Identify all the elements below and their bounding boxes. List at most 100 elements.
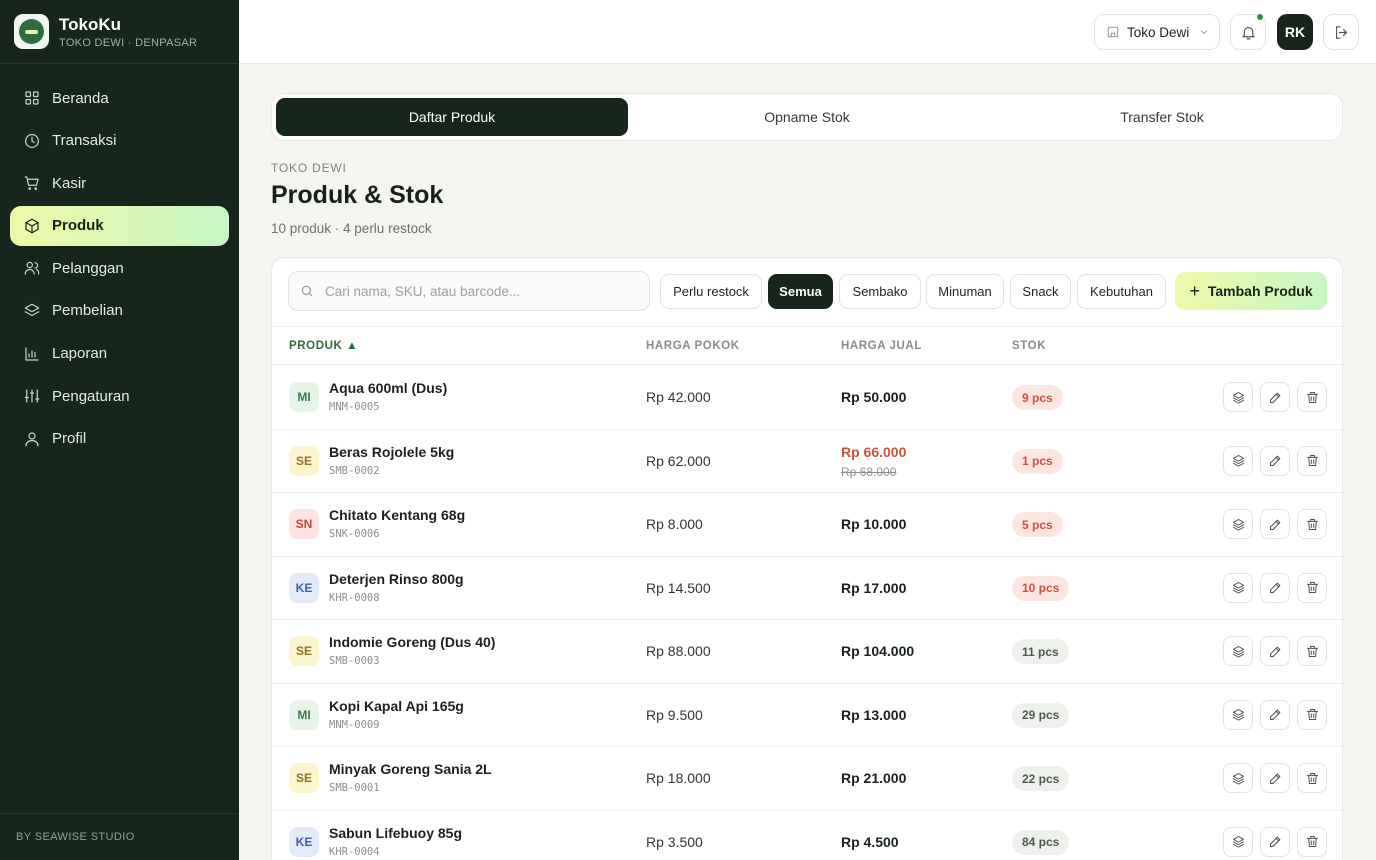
brand[interactable]: TokoKu TOKO DEWI · DENPASAR xyxy=(0,0,239,64)
delete-button[interactable] xyxy=(1297,699,1327,730)
category-badge: SE xyxy=(289,636,319,666)
sidebar-item-pelanggan[interactable]: Pelanggan xyxy=(10,248,229,288)
delete-button[interactable] xyxy=(1297,826,1327,857)
sidebar-item-pembelian[interactable]: Pembelian xyxy=(10,291,229,331)
adjust-stock-button[interactable] xyxy=(1223,636,1253,666)
filter-chip-kebutuhan[interactable]: Kebutuhan xyxy=(1077,274,1166,309)
sidebar-item-kasir[interactable]: Kasir xyxy=(10,163,229,203)
layers-icon xyxy=(1231,390,1246,405)
product-name: Minyak Goreng Sania 2L xyxy=(329,761,492,777)
bell-icon xyxy=(1241,26,1255,39)
sidebar-item-profil[interactable]: Profil xyxy=(10,419,229,459)
product-name: Sabun Lifebuoy 85g xyxy=(329,824,463,841)
edit-button[interactable] xyxy=(1260,382,1290,412)
cart-icon xyxy=(23,174,41,192)
column-cost[interactable]: HARGA POKOK xyxy=(646,340,740,352)
adjust-stock-button[interactable] xyxy=(1223,699,1253,730)
category-badge: SN xyxy=(289,509,319,539)
search-box[interactable] xyxy=(288,271,650,311)
add-product-label: Tambah Produk xyxy=(1207,283,1313,299)
sidebar-item-produk[interactable]: Produk xyxy=(10,205,229,246)
edit-button[interactable] xyxy=(1260,445,1290,476)
delete-button[interactable] xyxy=(1297,382,1327,412)
product-card: Perlu restockSemuaSembakoMinumanSnackKeb… xyxy=(271,257,1343,860)
logo-icon xyxy=(14,14,49,49)
product-name: Deterjen Rinso 800g xyxy=(329,570,464,587)
trash-icon xyxy=(1305,834,1320,849)
notification-button[interactable] xyxy=(1230,14,1266,50)
column-product[interactable]: PRODUK ▲ xyxy=(289,340,358,352)
delete-button[interactable] xyxy=(1297,572,1327,603)
table-row[interactable]: SE Indomie Goreng (Dus 40) SMB-0003 Rp 88.0… xyxy=(272,620,1342,684)
sidebar-item-transaksi[interactable]: Transaksi xyxy=(10,121,229,161)
layers-icon xyxy=(1231,580,1246,595)
adjust-stock-button[interactable] xyxy=(1223,382,1253,412)
product-cost: Rp 14.500 xyxy=(646,579,711,596)
product-sku: SMB-0002 xyxy=(329,464,380,477)
logout-icon xyxy=(1335,25,1347,39)
search-icon xyxy=(301,285,313,297)
table-row[interactable]: MI Kopi Kapal Api 165g MNM-0009 Rp 9.500 Rp … xyxy=(272,684,1342,747)
sidebar-item-beranda[interactable]: Beranda xyxy=(10,78,229,118)
search-input[interactable] xyxy=(325,283,635,299)
product-sku: MNM-0009 xyxy=(329,718,380,731)
delete-button[interactable] xyxy=(1297,445,1327,476)
adjust-stock-button[interactable] xyxy=(1223,445,1253,476)
edit-button[interactable] xyxy=(1260,572,1290,603)
layers-icon xyxy=(1231,517,1246,532)
filter-chip-snack[interactable]: Snack xyxy=(1010,274,1071,309)
product-price: Rp 17.000 xyxy=(841,579,907,596)
store-selector[interactable]: Toko Dewi xyxy=(1094,14,1220,50)
sidebar-item-laporan[interactable]: Laporan xyxy=(10,334,229,374)
layers-icon xyxy=(1231,707,1246,722)
sidebar-item-pengaturan[interactable]: Pengaturan xyxy=(10,376,229,416)
table-row[interactable]: SE Minyak Goreng Sania 2L SMB-0001 Rp 18.00… xyxy=(272,747,1342,811)
stock-badge: 9 pcs xyxy=(1012,385,1063,410)
filter-chip-minuman[interactable]: Minuman xyxy=(926,274,1004,309)
table-row[interactable]: KE Sabun Lifebuoy 85g KHR-0004 Rp 3.500 Rp 4… xyxy=(272,811,1342,860)
grid-icon xyxy=(23,89,41,107)
adjust-stock-button[interactable] xyxy=(1223,572,1253,603)
edit-button[interactable] xyxy=(1260,826,1290,857)
edit-button[interactable] xyxy=(1260,636,1290,666)
topbar: Toko Dewi RK xyxy=(239,0,1376,64)
product-price: Rp 4.500 xyxy=(841,833,899,850)
tab-opname-stok[interactable]: Opname Stok xyxy=(631,98,983,136)
category-badge: SE xyxy=(289,763,319,793)
table-row[interactable]: SN Chitato Kentang 68g SNK-0006 Rp 8.000 Rp … xyxy=(272,493,1342,557)
logout-button[interactable] xyxy=(1323,14,1359,50)
edit-icon xyxy=(1268,453,1283,468)
table-row[interactable]: MI Aqua 600ml (Dus) MNM-0005 Rp 42.000 Rp 50… xyxy=(272,366,1342,430)
tab-transfer-stok[interactable]: Transfer Stok xyxy=(986,98,1338,136)
filter-chip-perlu-restock[interactable]: Perlu restock xyxy=(660,274,762,309)
filter-chip-sembako[interactable]: Sembako xyxy=(839,274,921,309)
edit-button[interactable] xyxy=(1260,763,1290,793)
sidebar: TokoKu TOKO DEWI · DENPASAR Beranda Trans… xyxy=(0,0,239,860)
avatar[interactable]: RK xyxy=(1277,14,1313,50)
sidebar-footer: BY SEAWISE STUDIO xyxy=(0,813,239,860)
tab-daftar-produk[interactable]: Daftar Produk xyxy=(276,98,628,136)
delete-button[interactable] xyxy=(1297,636,1327,666)
stock-badge: 84 pcs xyxy=(1012,829,1070,855)
adjust-stock-button[interactable] xyxy=(1223,763,1253,793)
sidebar-nav: Beranda Transaksi Kasir Produk Pelanggan Pemb… xyxy=(0,64,239,459)
adjust-stock-button[interactable] xyxy=(1223,826,1253,857)
delete-button[interactable] xyxy=(1297,509,1327,539)
product-name: Kopi Kapal Api 165g xyxy=(329,697,464,714)
column-price[interactable]: HARGA JUAL xyxy=(841,340,922,352)
category-badge: MI xyxy=(289,382,319,412)
product-old-price: Rp 68.000 xyxy=(841,464,897,479)
edit-button[interactable] xyxy=(1260,699,1290,730)
sidebar-item-label: Transaksi xyxy=(52,132,117,150)
adjust-stock-button[interactable] xyxy=(1223,509,1253,539)
table-row[interactable]: KE Deterjen Rinso 800g KHR-0008 Rp 14.500 Rp… xyxy=(272,557,1342,620)
product-cost: Rp 62.000 xyxy=(646,452,711,469)
filter-chip-semua[interactable]: Semua xyxy=(768,274,833,309)
table-row[interactable]: SE Beras Rojolele 5kg SMB-0002 Rp 62.000 Rp … xyxy=(272,430,1342,493)
category-badge: MI xyxy=(289,699,319,730)
delete-button[interactable] xyxy=(1297,763,1327,793)
add-product-button[interactable]: + Tambah Produk xyxy=(1175,272,1327,310)
edit-button[interactable] xyxy=(1260,509,1290,539)
column-stock[interactable]: STOK xyxy=(1012,340,1046,352)
edit-icon xyxy=(1268,517,1283,532)
